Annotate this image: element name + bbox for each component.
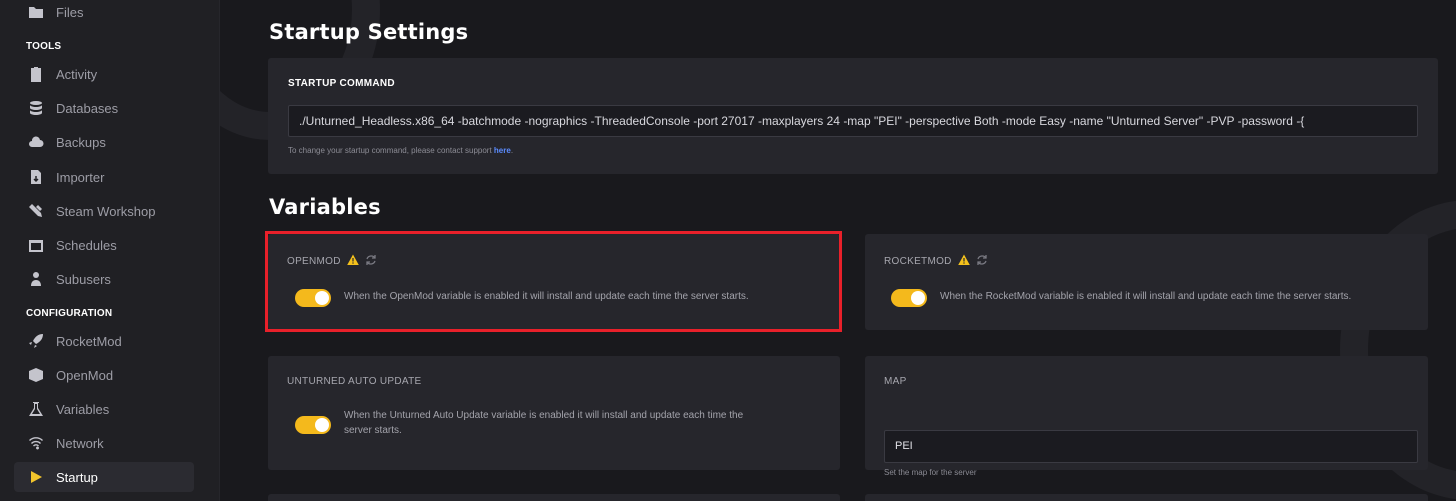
play-icon	[28, 469, 44, 485]
sidebar-item-subusers[interactable]: Subusers	[14, 264, 194, 294]
main-content: Startup Settings STARTUP COMMAND ./Untur…	[220, 0, 1456, 501]
rocketmod-label-row: ROCKETMOD	[884, 254, 988, 269]
startup-command-card: STARTUP COMMAND ./Unturned_Headless.x86_…	[268, 58, 1438, 174]
hint-end: .	[510, 146, 514, 155]
folder-icon	[28, 4, 44, 20]
wifi-icon	[28, 435, 44, 451]
sidebar-item-backups[interactable]: Backups	[14, 127, 194, 157]
section-label-configuration: CONFIGURATION	[26, 308, 113, 319]
warning-icon	[957, 254, 970, 269]
highlight-box	[265, 231, 842, 332]
sidebar-item-label: Importer	[56, 169, 105, 185]
rocketmod-label: ROCKETMOD	[884, 256, 952, 267]
sidebar-item-label: Variables	[56, 401, 110, 417]
sidebar-item-openmod[interactable]: OpenMod	[14, 360, 194, 390]
calendar-icon	[28, 237, 44, 253]
hint-text: To change your startup command, please c…	[288, 146, 494, 155]
sidebar-item-importer[interactable]: Importer	[14, 162, 194, 192]
sidebar-item-activity[interactable]: Activity	[14, 59, 194, 89]
sidebar-item-label: Schedules	[56, 237, 117, 253]
startup-command-label: STARTUP COMMAND	[288, 78, 395, 89]
variable-card	[865, 494, 1428, 501]
autoupdate-label: UNTURNED AUTO UPDATE	[287, 376, 422, 387]
autoupdate-description-line: When the Unturned Auto Update variable i…	[344, 410, 744, 421]
startup-command-hint: To change your startup command, please c…	[288, 146, 513, 155]
database-icon	[28, 100, 44, 116]
sidebar-item-label: Subusers	[56, 271, 111, 287]
sidebar-item-steam-workshop[interactable]: Steam Workshop	[14, 196, 194, 226]
sidebar-item-files[interactable]: Files	[14, 0, 194, 27]
user-icon	[28, 271, 44, 287]
sidebar-item-databases[interactable]: Databases	[14, 93, 194, 123]
map-input[interactable]: PEI	[884, 430, 1418, 463]
flask-icon	[28, 401, 44, 417]
clipboard-icon	[28, 66, 44, 82]
file-import-icon	[28, 169, 44, 185]
variable-card	[268, 494, 840, 501]
support-link[interactable]: here	[494, 146, 511, 155]
cloud-icon	[28, 134, 44, 150]
rocketmod-description: When the RocketMod variable is enabled i…	[940, 291, 1352, 302]
sidebar-item-label: Steam Workshop	[56, 203, 156, 219]
rocketmod-variable-card: ROCKETMOD When the RocketMod variable is…	[865, 234, 1428, 330]
page-title: Startup Settings	[269, 20, 469, 44]
autoupdate-toggle[interactable]	[295, 416, 331, 434]
sidebar-item-label: OpenMod	[56, 367, 114, 383]
tools-icon	[28, 203, 44, 219]
sidebar-item-network[interactable]: Network	[14, 428, 194, 458]
toggle-knob	[911, 291, 925, 305]
map-label: MAP	[884, 376, 907, 387]
startup-command-field[interactable]: ./Unturned_Headless.x86_64 -batchmode -n…	[288, 105, 1418, 137]
map-hint: Set the map for the server	[884, 468, 977, 477]
sidebar-item-variables[interactable]: Variables	[14, 394, 194, 424]
sidebar-item-label: Network	[56, 435, 104, 451]
map-variable-card: MAP PEI Set the map for the server	[865, 356, 1428, 477]
sidebar-item-schedules[interactable]: Schedules	[14, 230, 194, 260]
rocket-icon	[28, 333, 44, 349]
refresh-icon[interactable]	[976, 254, 988, 269]
sidebar-item-label: Activity	[56, 66, 98, 82]
sidebar-item-label: Startup	[56, 469, 98, 485]
sidebar-item-label: RocketMod	[56, 333, 122, 349]
autoupdate-description-line: server starts.	[344, 425, 402, 436]
sidebar: Files TOOLS Activity Databases Backups I…	[0, 0, 220, 501]
sidebar-item-label: Databases	[56, 100, 119, 116]
autoupdate-variable-card: UNTURNED AUTO UPDATE When the Unturned A…	[268, 356, 840, 470]
variables-title: Variables	[269, 195, 381, 219]
autoupdate-description: When the Unturned Auto Update variable i…	[344, 408, 743, 438]
sidebar-item-rocketmod[interactable]: RocketMod	[14, 326, 194, 356]
section-label-tools: TOOLS	[26, 41, 62, 52]
sidebar-item-label: Backups	[56, 134, 106, 150]
toggle-knob	[315, 418, 329, 432]
rocketmod-toggle[interactable]	[891, 289, 927, 307]
sidebar-item-label: Files	[56, 4, 84, 20]
sidebar-item-startup[interactable]: Startup	[14, 462, 194, 492]
cube-icon	[28, 367, 44, 383]
